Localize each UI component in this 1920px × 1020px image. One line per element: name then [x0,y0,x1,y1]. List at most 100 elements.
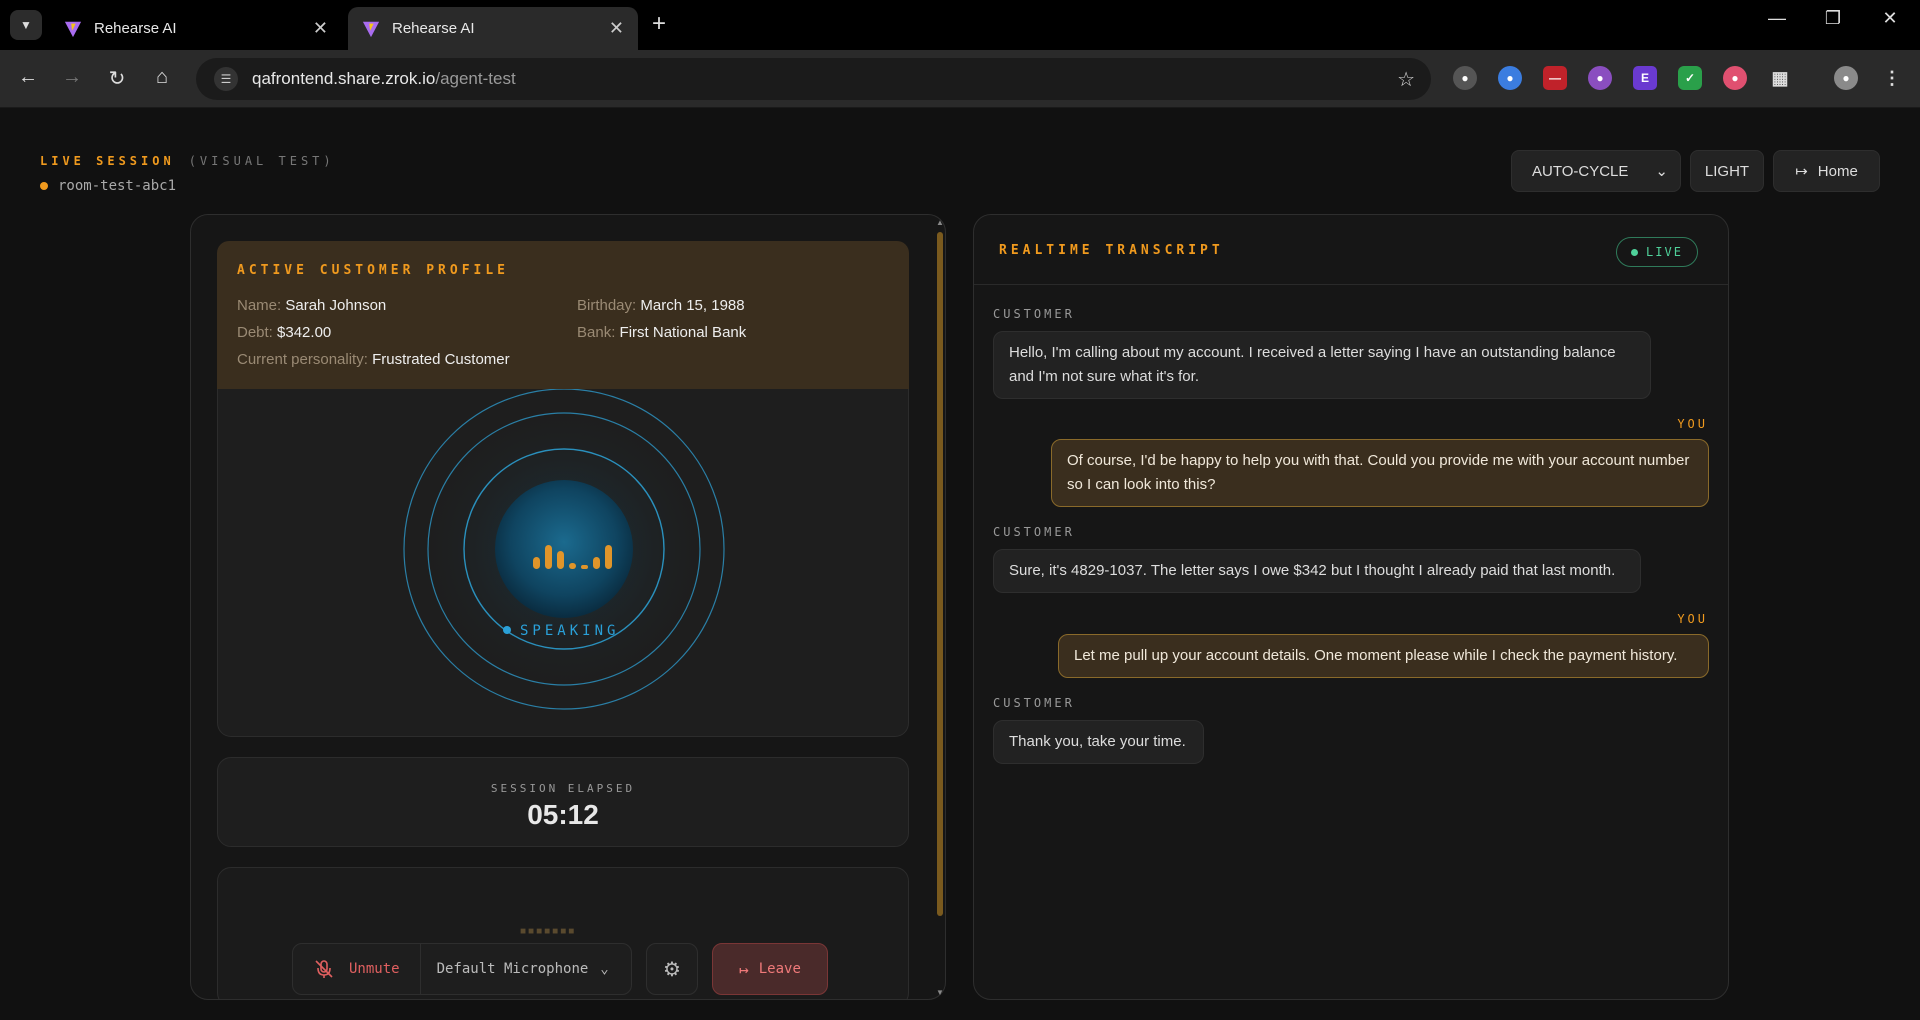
session-panel: ACTIVE CUSTOMER PROFILE Name: Sarah John… [190,214,946,1000]
profile-heading: ACTIVE CUSTOMER PROFILE [237,263,510,278]
mode-select-value: AUTO-CYCLE [1532,162,1629,180]
message-bubble-customer: Sure, it's 4829-1037. The letter says I … [993,549,1641,593]
message-bubble-customer: Hello, I'm calling about my account. I r… [993,331,1651,399]
address-bar[interactable]: ☰ qafrontend.share.zrok.io/agent-test ☆ [196,58,1431,100]
call-control-bar: Unmute Default Microphone ⌄ ⚙ ↦ Leave [292,942,828,996]
loading-dots: ■■■■■■■ [520,926,577,937]
message-bubble-customer: Thank you, take your time. [993,720,1204,764]
mic-control-group: Unmute Default Microphone ⌄ [292,943,632,995]
live-dot [1631,248,1639,256]
window-close-icon[interactable]: ✕ [1870,8,1910,29]
browser-toolbar: ← → ↻ ⌂ ☰ qafrontend.share.zrok.io/agent… [0,50,1920,108]
url-path: /agent-test [435,69,516,88]
minimize-icon[interactable]: — [1757,8,1797,29]
chevron-down-icon: ⌄ [600,961,609,977]
transcript-heading: REALTIME TRANSCRIPT [999,243,1224,258]
reload-icon[interactable]: ↻ [102,66,132,91]
field-label: Birthday: [577,297,637,314]
settings-button[interactable]: ⚙ [646,943,698,995]
mode-select[interactable]: AUTO-CYCLE ⌄ [1511,150,1681,192]
tab-title: Rehearse AI [94,20,177,37]
forward-icon[interactable]: → [57,66,87,89]
field-value: First National Bank [619,324,747,341]
scroll-down-icon[interactable]: ▼ [936,988,944,997]
back-icon[interactable]: ← [13,66,43,89]
speaker-orb [495,480,633,618]
live-badge: LIVE [1616,237,1698,267]
home-button[interactable]: ↦ Home [1773,150,1880,192]
extension-mask-icon[interactable]: ● [1588,66,1612,90]
speaking-status: SPEAKING [520,623,619,639]
gear-icon: ⚙ [663,958,681,981]
chevron-down-icon: ▼ [20,18,32,32]
home-button-label: Home [1817,162,1858,180]
speaker-label: CUSTOMER [993,696,1075,710]
scrollbar-thumb[interactable] [937,232,943,916]
profile-field-bank: Bank: First National Bank [577,324,746,341]
url-host: qafrontend.share.zrok.io [252,69,436,88]
page-subtitle: (VISUAL TEST) [188,154,335,168]
tab-title: Rehearse AI [392,20,475,37]
profile-avatar[interactable]: ● [1834,66,1858,90]
field-value: Frustrated Customer [372,351,510,368]
vite-logo-icon [362,21,380,37]
close-icon[interactable]: ✕ [313,18,328,39]
extension-e-icon[interactable]: E [1633,66,1657,90]
profile-field-debt: Debt: $342.00 [237,324,331,341]
unmute-button[interactable]: Unmute [293,944,421,994]
customer-profile-card: ACTIVE CUSTOMER PROFILE Name: Sarah John… [217,241,909,389]
extension-block-icon[interactable]: — [1543,66,1567,90]
status-dot [40,182,48,190]
transcript-header: REALTIME TRANSCRIPT LIVE [974,215,1728,285]
extension-brain-icon[interactable]: ● [1723,66,1747,90]
field-label: Debt: [237,324,273,341]
page-title: LIVE SESSION [40,154,175,168]
site-info-icon[interactable]: ☰ [214,67,238,91]
visualizer-graphic: SPEAKING [403,388,725,710]
vite-logo-icon [64,21,82,37]
theme-toggle-label: LIGHT [1704,162,1750,180]
field-label: Current personality: [237,351,368,368]
panel-scrollbar[interactable]: ▲ ▼ [935,218,945,998]
new-tab-button[interactable]: + [652,10,666,38]
profile-field-name: Name: Sarah Johnson [237,297,386,314]
leave-button[interactable]: ↦ Leave [712,943,828,995]
field-value: $342.00 [277,324,332,341]
leave-icon: ↦ [739,959,749,979]
browser-menu-icon[interactable]: ⋮ [1880,66,1904,90]
browser-tab-active[interactable]: Rehearse AI ✕ [348,7,638,50]
field-value: Sarah Johnson [285,297,387,314]
leave-label: Leave [758,961,801,977]
browser-tab[interactable]: Rehearse AI ✕ [50,7,342,50]
profile-field-personality: Current personality: Frustrated Customer [237,351,510,368]
tab-search-button[interactable]: ▼ [10,10,42,40]
microphone-select[interactable]: Default Microphone ⌄ [421,961,625,977]
extensions-puzzle-icon[interactable]: ▦ [1768,66,1792,90]
speaking-dot [503,626,511,634]
mic-off-icon [315,960,333,978]
browser-tab-bar: ▼ Rehearse AI ✕ Rehearse AI ✕ + — ❐ ✕ [0,0,1920,50]
voice-visualizer: SPEAKING [217,388,909,737]
extension-search-icon[interactable]: ● [1498,66,1522,90]
profile-field-birthday: Birthday: March 15, 1988 [577,297,745,314]
home-icon[interactable]: ⌂ [147,66,177,89]
session-timer-value: 05:12 [527,799,599,830]
message-bubble-you: Of course, I'd be happy to help you with… [1051,439,1709,507]
extension-glasses-icon[interactable]: ● [1453,66,1477,90]
logout-icon: ↦ [1795,163,1808,180]
session-timer-label: SESSION ELAPSED [490,782,636,795]
bookmark-star-icon[interactable]: ☆ [1397,67,1415,92]
unmute-label: Unmute [349,961,400,977]
microphone-select-value: Default Microphone [436,961,589,977]
field-label: Name: [237,297,282,314]
extension-shield-icon[interactable]: ✓ [1678,66,1702,90]
scroll-up-icon[interactable]: ▲ [936,218,944,227]
theme-toggle-button[interactable]: LIGHT [1690,150,1764,192]
field-label: Bank: [577,324,616,341]
speaker-label: YOU [1677,612,1708,626]
field-value: March 15, 1988 [640,297,745,314]
restore-icon[interactable]: ❐ [1813,8,1853,29]
close-icon[interactable]: ✕ [609,18,624,39]
speaker-label: CUSTOMER [993,307,1075,321]
app-root: LIVE SESSION (VISUAL TEST) room-test-abc1… [0,108,1920,1020]
